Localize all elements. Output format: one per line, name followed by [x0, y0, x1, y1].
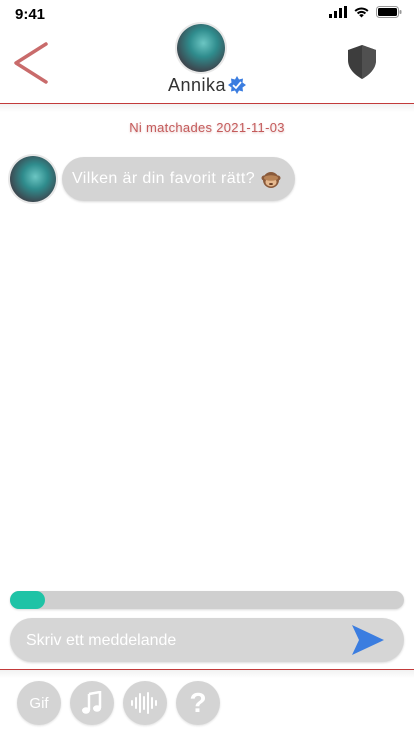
contact-name: Annika: [167, 75, 227, 95]
signal-icon: [329, 6, 347, 18]
gif-button[interactable]: Gif: [17, 681, 61, 725]
status-time: 9:41: [15, 6, 46, 23]
avatar[interactable]: [177, 24, 225, 72]
question-label: ?: [189, 687, 207, 718]
shield-icon[interactable]: [346, 44, 378, 80]
music-button[interactable]: [70, 681, 114, 725]
music-note-icon: [82, 691, 102, 714]
message-input[interactable]: [24, 618, 348, 664]
send-arrow-icon[interactable]: [350, 623, 386, 657]
message-text: Vilken är din favorit rätt?: [72, 170, 256, 187]
message-bubble[interactable]: Vilken är din favorit rätt?: [62, 157, 296, 201]
question-button[interactable]: ?: [176, 681, 220, 725]
message-composer: [10, 618, 404, 664]
wifi-icon: [354, 7, 369, 18]
attachment-toolbar: Gif ?: [17, 681, 220, 725]
battery-icon: [376, 6, 402, 18]
toolbar-shadow: [0, 670, 414, 678]
chat-header: Annika: [0, 24, 414, 104]
see-no-evil-monkey-icon: [261, 172, 281, 188]
gif-label: Gif: [29, 694, 49, 712]
audio-button[interactable]: [123, 681, 167, 725]
message-row: Vilken är din favorit rätt?: [10, 156, 296, 202]
sender-avatar[interactable]: [10, 156, 56, 202]
verified-badge-icon: [228, 76, 247, 94]
header-shadow: [0, 104, 414, 112]
audio-wave-icon: [131, 692, 157, 714]
status-icons: [329, 6, 402, 18]
progress-fill: [10, 591, 46, 609]
progress-bar: [10, 591, 404, 609]
match-info: Ni matchades 2021-11-03: [129, 120, 285, 135]
